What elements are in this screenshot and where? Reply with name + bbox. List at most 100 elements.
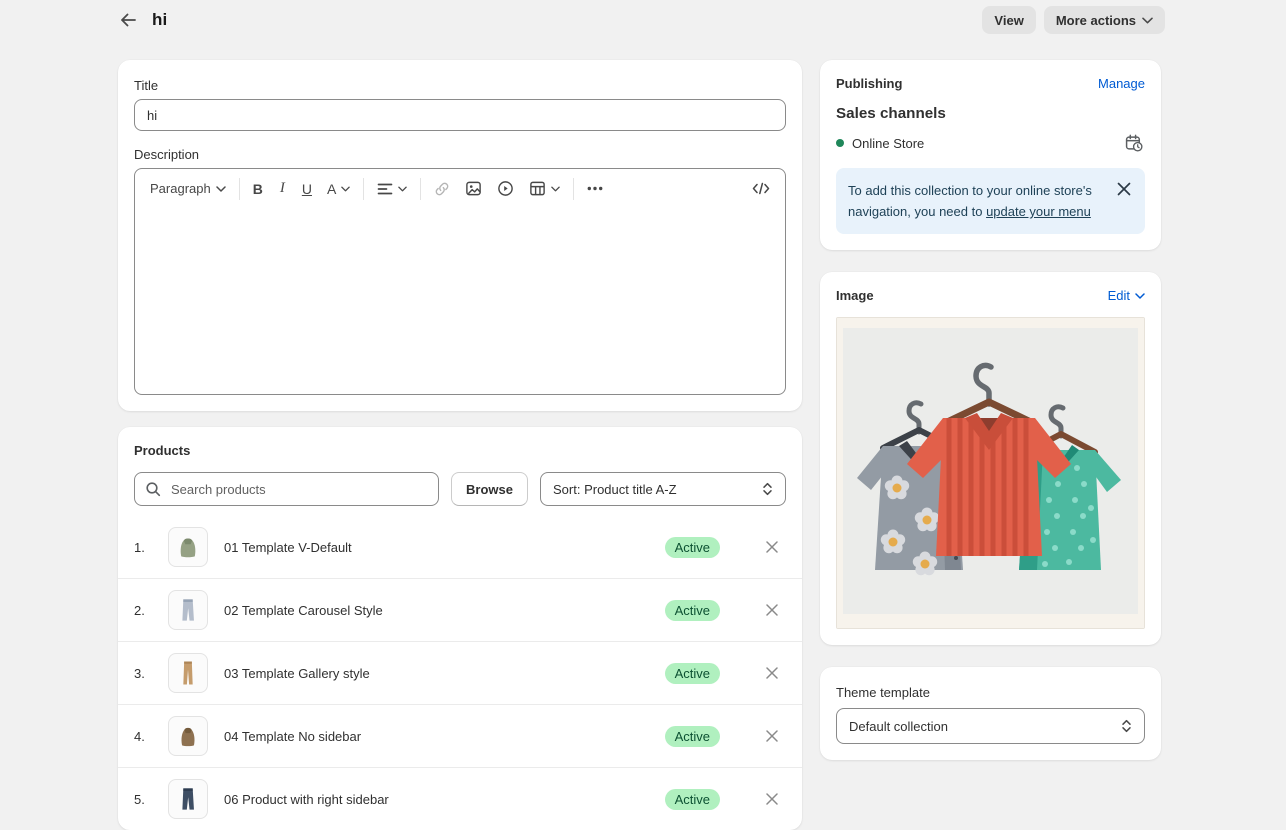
chevron-down-icon xyxy=(341,186,350,192)
arrow-left-icon xyxy=(118,10,138,30)
product-row: 1. 01 Template V-Default Active xyxy=(118,516,802,578)
status-badge: Active xyxy=(665,789,720,810)
product-thumbnail-hoodie-brown xyxy=(168,716,208,756)
close-icon xyxy=(1117,182,1131,196)
close-icon xyxy=(766,793,778,805)
chevron-down-icon xyxy=(551,186,560,192)
code-icon xyxy=(752,182,770,195)
sort-select[interactable]: Sort: Product title A-Z xyxy=(540,472,786,506)
product-row: 3. 03 Template Gallery style Active xyxy=(118,641,802,704)
description-label: Description xyxy=(134,147,786,162)
italic-button[interactable]: I xyxy=(271,175,294,202)
text-color-button[interactable]: A xyxy=(320,176,357,202)
title-input[interactable] xyxy=(134,99,786,131)
product-index: 4. xyxy=(134,729,156,744)
product-list: 1. 01 Template V-Default Active 2. 0 xyxy=(118,516,802,830)
product-title-link[interactable]: 03 Template Gallery style xyxy=(224,666,665,681)
link-icon xyxy=(434,181,450,197)
collection-image[interactable] xyxy=(836,317,1145,629)
chevron-down-icon xyxy=(1142,17,1153,24)
chevron-down-icon xyxy=(1135,293,1145,299)
image-icon xyxy=(465,180,482,197)
remove-product-button[interactable] xyxy=(762,663,782,683)
product-title-link[interactable]: 04 Template No sidebar xyxy=(224,729,665,744)
sort-select-value: Sort: Product title A-Z xyxy=(553,482,677,497)
manage-link[interactable]: Manage xyxy=(1098,76,1145,91)
product-thumbnail-jeans-dark xyxy=(168,779,208,819)
image-heading: Image xyxy=(836,288,874,303)
schedule-publish-button[interactable] xyxy=(1123,132,1145,154)
more-formatting-button[interactable] xyxy=(580,181,610,196)
more-horizontal-icon xyxy=(587,186,603,191)
search-icon xyxy=(145,481,161,497)
more-actions-button[interactable]: More actions xyxy=(1044,6,1165,34)
editor-toolbar: Paragraph B I U A xyxy=(135,169,785,208)
products-heading: Products xyxy=(118,443,802,458)
paragraph-style-label: Paragraph xyxy=(150,181,211,196)
play-circle-icon xyxy=(497,180,514,197)
status-badge: Active xyxy=(665,663,720,684)
theme-template-label: Theme template xyxy=(836,685,1145,700)
description-textarea[interactable] xyxy=(135,208,785,378)
active-status-dot xyxy=(836,139,844,147)
topbar: hi View More actions xyxy=(0,0,1286,34)
remove-product-button[interactable] xyxy=(762,789,782,809)
view-button[interactable]: View xyxy=(982,6,1035,34)
description-editor: Paragraph B I U A xyxy=(134,168,786,395)
product-index: 3. xyxy=(134,666,156,681)
edit-image-button[interactable]: Edit xyxy=(1108,288,1145,303)
toolbar-divider xyxy=(239,178,240,200)
product-title-link[interactable]: 06 Product with right sidebar xyxy=(224,792,665,807)
remove-product-button[interactable] xyxy=(762,537,782,557)
product-search xyxy=(134,472,439,506)
product-row: 4. 04 Template No sidebar Active xyxy=(118,704,802,767)
paragraph-style-dropdown[interactable]: Paragraph xyxy=(143,176,233,201)
remove-product-button[interactable] xyxy=(762,726,782,746)
status-badge: Active xyxy=(665,726,720,747)
product-index: 2. xyxy=(134,603,156,618)
product-index: 5. xyxy=(134,792,156,807)
product-thumbnail-hoodie-green xyxy=(168,527,208,567)
bold-button[interactable]: B xyxy=(246,176,270,202)
insert-video-button[interactable] xyxy=(490,175,521,202)
product-row: 2. 02 Template Carousel Style Active xyxy=(118,578,802,641)
calendar-clock-icon xyxy=(1125,134,1143,152)
close-icon xyxy=(766,730,778,742)
search-products-input[interactable] xyxy=(169,481,428,498)
insert-image-button[interactable] xyxy=(458,175,489,202)
align-left-icon xyxy=(377,182,393,196)
edit-label: Edit xyxy=(1108,288,1130,303)
info-banner: To add this collection to your online st… xyxy=(836,168,1145,234)
channel-row: Online Store xyxy=(836,132,1145,154)
close-icon xyxy=(766,604,778,616)
product-thumbnail-pants-khaki xyxy=(168,653,208,693)
update-menu-link[interactable]: update your menu xyxy=(986,204,1091,219)
text-color-label: A xyxy=(327,181,336,197)
table-icon xyxy=(529,180,546,197)
alignment-button[interactable] xyxy=(370,177,414,201)
product-row: 5. 06 Product with right sidebar Active xyxy=(118,767,802,830)
banner-close-button[interactable] xyxy=(1115,180,1133,200)
publishing-heading: Publishing xyxy=(836,76,902,91)
remove-product-button[interactable] xyxy=(762,600,782,620)
underline-button[interactable]: U xyxy=(295,176,319,202)
products-card: Products Browse Sort: Product title A-Z xyxy=(118,427,802,830)
sales-channels-label: Sales channels xyxy=(836,105,1145,122)
product-title-link[interactable]: 02 Template Carousel Style xyxy=(224,603,665,618)
view-button-label: View xyxy=(994,13,1023,28)
details-card: Title Description Paragraph B I U xyxy=(118,60,802,411)
browse-button[interactable]: Browse xyxy=(451,472,528,506)
updown-stepper-icon xyxy=(762,482,773,496)
close-icon xyxy=(766,541,778,553)
theme-template-card: Theme template Default collection xyxy=(820,667,1161,760)
product-title-link[interactable]: 01 Template V-Default xyxy=(224,540,665,555)
back-button[interactable] xyxy=(112,6,144,34)
insert-table-button[interactable] xyxy=(522,175,567,202)
theme-template-select[interactable]: Default collection xyxy=(836,708,1145,744)
show-html-button[interactable] xyxy=(745,177,777,200)
chevron-down-icon xyxy=(216,186,226,192)
link-button[interactable] xyxy=(427,176,457,202)
banner-text: To add this collection to your online st… xyxy=(848,180,1107,222)
channel-name: Online Store xyxy=(852,136,924,151)
updown-stepper-icon xyxy=(1121,719,1132,733)
